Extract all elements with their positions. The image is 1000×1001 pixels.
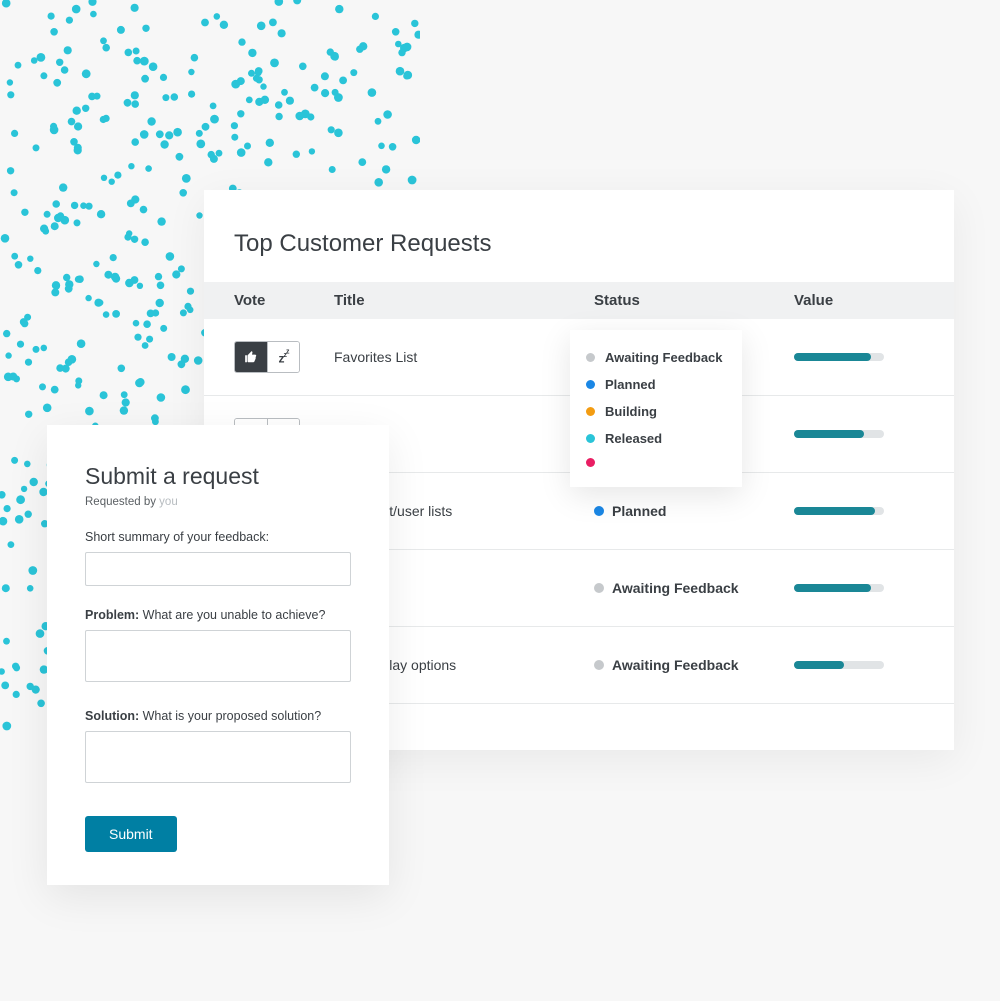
status-cell[interactable]: Awaiting Feedback <box>594 657 794 673</box>
solution-input[interactable] <box>85 731 351 783</box>
status-option-label: Awaiting Feedback <box>605 350 723 365</box>
status-option[interactable]: Awaiting Feedback <box>586 344 726 371</box>
status-label: Awaiting Feedback <box>612 657 739 673</box>
value-cell <box>794 584 924 592</box>
status-option-label: Planned <box>605 377 656 392</box>
value-bar <box>794 584 884 592</box>
value-bar-fill <box>794 430 864 438</box>
status-label: Awaiting Feedback <box>612 580 739 596</box>
summary-label: Short summary of your feedback: <box>85 530 351 544</box>
status-option[interactable]: Released <box>586 425 726 452</box>
value-bar-fill <box>794 507 875 515</box>
status-dot-icon <box>586 458 595 467</box>
top-requests-title: Top Customer Requests <box>204 230 954 282</box>
status-filter-dropdown[interactable]: Awaiting Feedback Planned Building Released <box>570 330 742 487</box>
submit-request-card: Submit a request Requested by you Short … <box>47 425 389 885</box>
requested-by-line: Requested by you <box>85 496 351 508</box>
vote-toggle[interactable]: zzz <box>234 341 300 373</box>
status-cell[interactable]: Awaiting Feedback <box>594 580 794 596</box>
status-dot-icon <box>586 434 595 443</box>
snooze-icon[interactable]: zzz <box>267 342 299 372</box>
solution-label: Solution: What is your proposed solution… <box>85 709 351 723</box>
submit-request-title: Submit a request <box>85 463 351 490</box>
value-bar <box>794 507 884 515</box>
value-bar <box>794 353 884 361</box>
col-header-vote: Vote <box>234 292 334 309</box>
value-cell <box>794 661 924 669</box>
status-option[interactable] <box>586 452 726 473</box>
value-cell <box>794 507 924 515</box>
status-dot-icon <box>586 353 595 362</box>
value-cell <box>794 353 924 361</box>
problem-label-bold: Problem: <box>85 608 139 622</box>
col-header-value: Value <box>794 292 924 309</box>
vote-cell: zzz <box>234 341 334 373</box>
problem-label: Problem: What are you unable to achieve? <box>85 608 351 622</box>
value-bar <box>794 661 884 669</box>
submit-button[interactable]: Submit <box>85 816 177 852</box>
value-bar-fill <box>794 584 871 592</box>
col-header-status: Status <box>594 292 794 309</box>
col-header-title: Title <box>334 292 594 309</box>
problem-label-rest: What are you unable to achieve? <box>139 608 325 622</box>
status-dot-icon <box>586 407 595 416</box>
thumbs-up-icon[interactable] <box>235 342 267 372</box>
value-bar-fill <box>794 661 844 669</box>
requests-table-header: Vote Title Status Value <box>204 282 954 319</box>
status-dot-icon <box>594 660 604 670</box>
requested-by-prefix: Requested by <box>85 496 159 508</box>
status-dot-icon <box>586 380 595 389</box>
solution-label-bold: Solution: <box>85 709 139 723</box>
summary-input[interactable] <box>85 552 351 586</box>
status-option-label: Released <box>605 431 662 446</box>
problem-input[interactable] <box>85 630 351 682</box>
request-title[interactable]: Favorites List <box>334 349 594 365</box>
status-label: Planned <box>612 503 666 519</box>
status-dot-icon <box>594 583 604 593</box>
status-cell[interactable]: Planned <box>594 503 794 519</box>
status-option-label: Building <box>605 404 657 419</box>
value-cell <box>794 430 924 438</box>
status-option[interactable]: Planned <box>586 371 726 398</box>
value-bar-fill <box>794 353 871 361</box>
solution-label-rest: What is your proposed solution? <box>139 709 321 723</box>
value-bar <box>794 430 884 438</box>
requested-by-user: you <box>159 496 178 508</box>
status-option[interactable]: Building <box>586 398 726 425</box>
status-dot-icon <box>594 506 604 516</box>
